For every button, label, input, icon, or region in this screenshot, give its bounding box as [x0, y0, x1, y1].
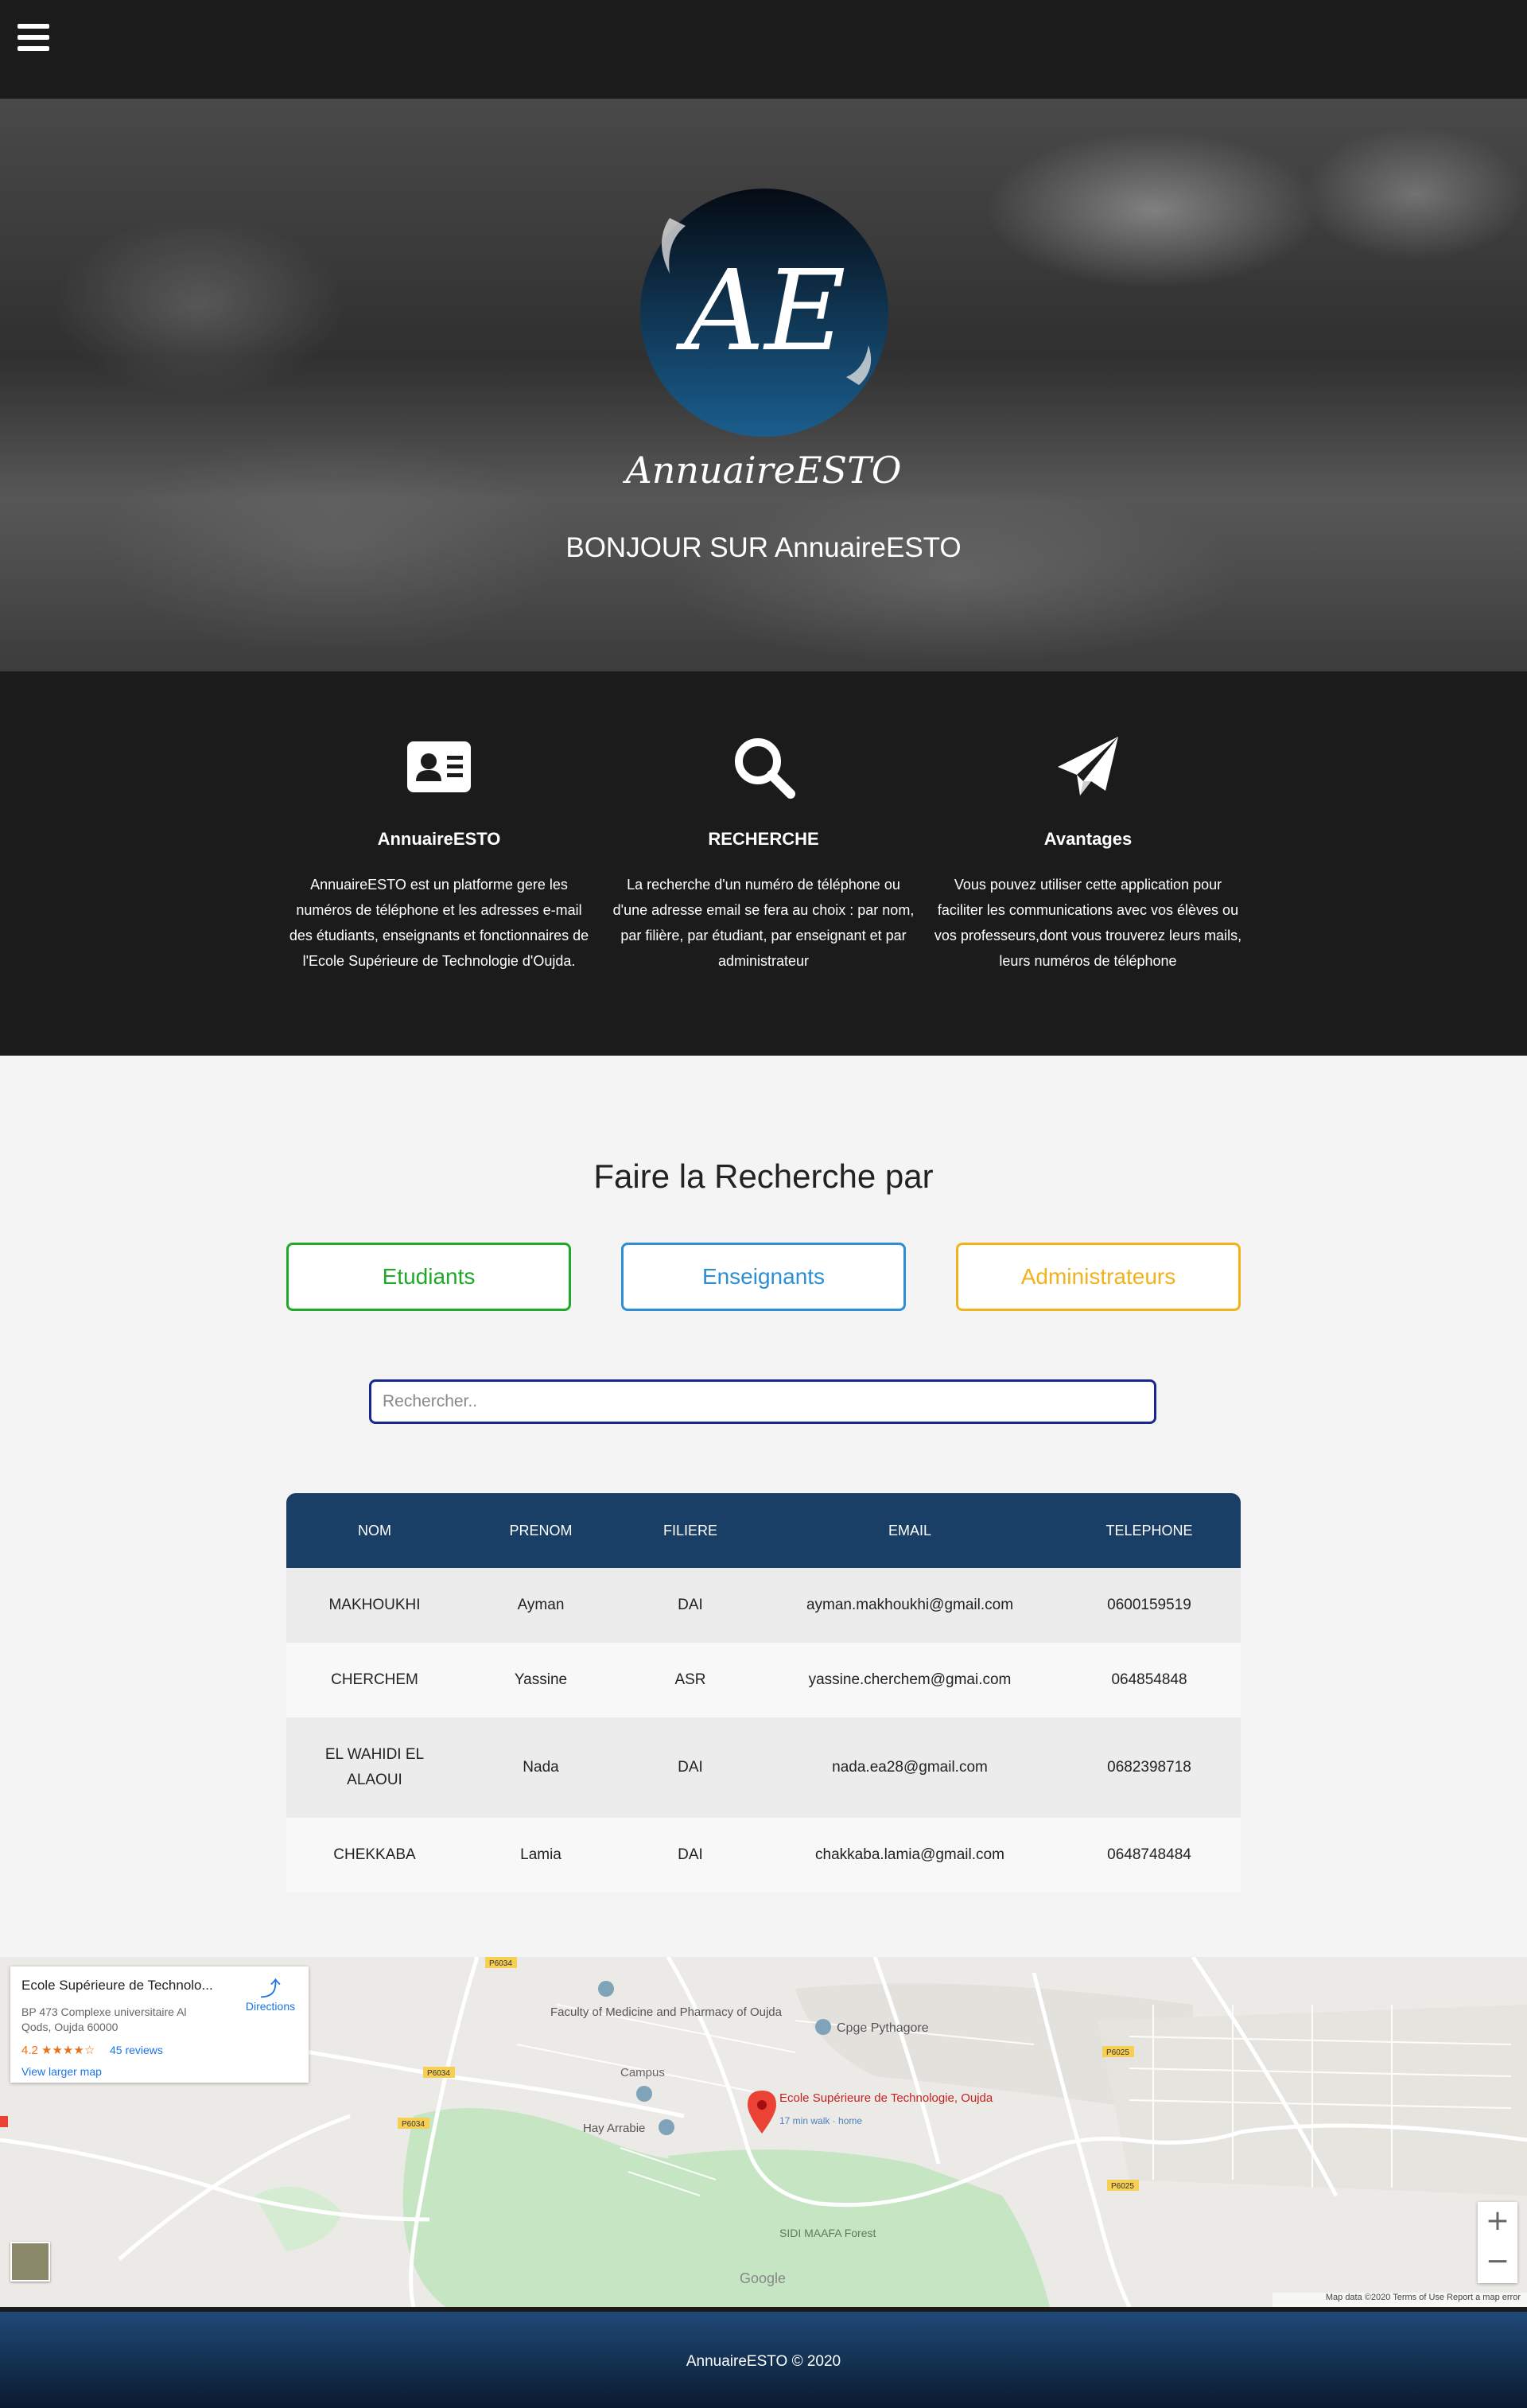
cell-telephone: 0600159519 [1107, 1597, 1191, 1613]
cell-email: chakkaba.lamia@gmail.com [815, 1846, 1004, 1863]
cell-filiere: DAI [678, 1759, 703, 1776]
svg-text:SIDI MAAFA Forest: SIDI MAAFA Forest [779, 2227, 876, 2239]
id-card-icon [407, 741, 471, 792]
features-section: AnnuaireESTO AnnuaireESTO est un platfor… [0, 671, 1527, 1056]
svg-text:Hay Arrabie: Hay Arrabie [583, 2122, 645, 2135]
table-header-row: NOM PRENOM FILIERE EMAIL TELEPHONE [286, 1493, 1241, 1568]
cell-nom: CHEKKABA [333, 1846, 416, 1863]
page-footer: AnnuaireESTO © 2020 [0, 2307, 1527, 2408]
cell-prenom: Nada [523, 1759, 559, 1776]
paper-plane-icon [1058, 737, 1118, 796]
svg-text:Google: Google [740, 2270, 786, 2286]
svg-text:Ecole Supérieure de Technologi: Ecole Supérieure de Technologie, Oujda [779, 2091, 993, 2105]
cell-email: ayman.makhoukhi@gmail.com [806, 1597, 1014, 1613]
cell-filiere: DAI [678, 1846, 703, 1863]
directions-icon: ⤴ [259, 1977, 281, 2001]
table-row: EL WAHIDI EL ALAOUI Nada DAI nada.ea28@g… [286, 1717, 1241, 1818]
header-email[interactable]: EMAIL [762, 1493, 1058, 1568]
search-input[interactable] [369, 1379, 1156, 1424]
larger-map-link[interactable]: View larger map [21, 2065, 102, 2078]
table-row: CHERCHEM Yassine ASR yassine.cherchem@gm… [286, 1643, 1241, 1717]
cell-telephone: 0682398718 [1107, 1759, 1191, 1776]
cell-prenom: Lamia [520, 1846, 561, 1863]
feature-title: Avantages [1043, 829, 1133, 849]
directions-button[interactable]: ⤴ Directions [235, 1978, 306, 2013]
svg-text:Faculty of Medicine and Pharma: Faculty of Medicine and Pharmacy of Oujd… [550, 2005, 783, 2019]
rating-stars-icon: ★★★★☆ [41, 2044, 95, 2057]
footer-copyright: AnnuaireESTO © 2020 [686, 2353, 841, 2370]
cell-nom: EL WAHIDI EL ALAOUI [324, 1746, 425, 1788]
cell-prenom: Yassine [514, 1671, 568, 1688]
svg-text:P6034: P6034 [489, 1959, 512, 1968]
feature-text: Vous pouvez utiliser cette application p… [934, 877, 1242, 969]
cell-email: yassine.cherchem@gmai.com [808, 1671, 1012, 1688]
reviews-link[interactable]: 45 reviews [110, 2044, 163, 2056]
street-view-thumbnail[interactable] [10, 2242, 50, 2282]
cell-filiere: DAI [678, 1597, 703, 1613]
google-map[interactable]: P6034 P6034 P6034 P6025 P6025 Faculty of… [0, 1957, 1527, 2307]
hero-banner: AE AnnuaireESTO BONJOUR SUR AnnuaireESTO [0, 99, 1527, 671]
feature-text: La recherche d'un numéro de téléphone ou… [612, 877, 915, 969]
filter-enseignants-button[interactable]: Enseignants [621, 1243, 906, 1311]
filter-administrateurs-button[interactable]: Administrateurs [956, 1243, 1241, 1311]
header-telephone[interactable]: TELEPHONE [1058, 1493, 1241, 1568]
svg-text:Campus: Campus [620, 2066, 665, 2079]
feature-title: RECHERCHE [708, 829, 819, 849]
cell-email: nada.ea28@gmail.com [832, 1759, 988, 1776]
top-navbar [0, 0, 1527, 99]
cell-filiere: ASR [674, 1671, 706, 1688]
cell-nom: MAKHOUKHI [328, 1597, 421, 1613]
table-row: CHEKKABA Lamia DAI chakkaba.lamia@gmail.… [286, 1818, 1241, 1893]
search-section-title: Faire la Recherche par [593, 1157, 934, 1195]
feature-text: AnnuaireESTO est un platforme gere les n… [289, 877, 589, 969]
zoom-in-button[interactable]: + [1478, 2202, 1517, 2243]
zoom-controls: + − [1478, 2202, 1517, 2283]
place-address: BP 473 Complexe universitaire Al Qods, O… [21, 2005, 187, 2033]
svg-text:Cpge Pythagore: Cpge Pythagore [837, 2021, 929, 2035]
svg-text:17 min walk · home: 17 min walk · home [779, 2115, 862, 2126]
search-icon [735, 738, 795, 799]
svg-text:P6034: P6034 [402, 2120, 425, 2129]
table-row: MAKHOUKHI Ayman DAI ayman.makhoukhi@gmai… [286, 1568, 1241, 1643]
cell-telephone: 0648748484 [1107, 1846, 1191, 1863]
zoom-out-button[interactable]: − [1478, 2243, 1517, 2283]
welcome-heading: BONJOUR SUR AnnuaireESTO [565, 532, 962, 563]
map-attribution: Map data ©2020 Terms of Use Report a map… [1272, 2293, 1527, 2307]
svg-text:P6034: P6034 [427, 2069, 450, 2078]
cell-prenom: Ayman [517, 1597, 565, 1613]
logo-text: AE [675, 247, 845, 376]
svg-text:P6025: P6025 [1111, 2182, 1134, 2191]
svg-text:P6025: P6025 [1106, 2048, 1129, 2057]
header-filiere[interactable]: FILIERE [619, 1493, 762, 1568]
hamburger-menu-icon[interactable] [17, 24, 49, 56]
filter-etudiants-button[interactable]: Etudiants [286, 1243, 571, 1311]
brand-name: AnnuaireESTO [625, 449, 902, 492]
cell-telephone: 064854848 [1111, 1671, 1187, 1688]
place-info-card: Ecole Supérieure de Technolo... BP 473 C… [10, 1966, 309, 2083]
feature-title: AnnuaireESTO [377, 829, 501, 849]
annuaire-logo: AE [640, 189, 888, 437]
place-rating: 4.2 ★★★★☆ [21, 2044, 95, 2057]
cell-nom: CHERCHEM [331, 1671, 418, 1688]
place-name: Ecole Supérieure de Technolo... [21, 1978, 213, 1993]
header-nom[interactable]: NOM [286, 1493, 463, 1568]
directory-table: NOM PRENOM FILIERE EMAIL TELEPHONE MAKHO… [286, 1493, 1241, 1893]
header-prenom[interactable]: PRENOM [463, 1493, 619, 1568]
